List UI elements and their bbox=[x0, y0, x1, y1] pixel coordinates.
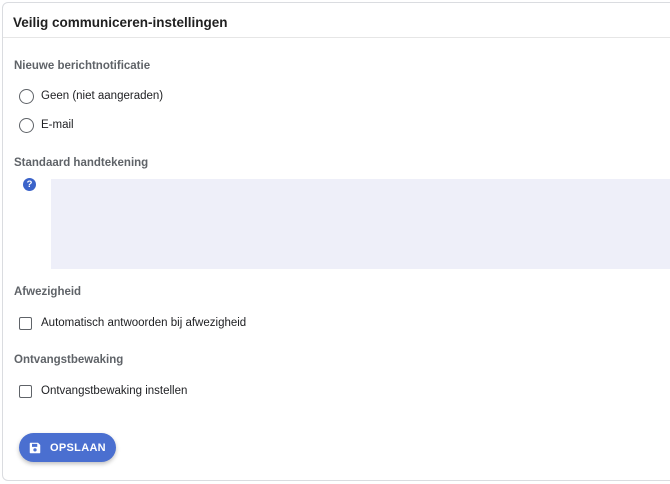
save-button[interactable]: OPSLAAN bbox=[19, 433, 116, 462]
card-title: Veilig communiceren-instellingen bbox=[13, 15, 228, 30]
save-icon bbox=[29, 442, 41, 453]
receipt-tracking-label: Ontvangstbewaking instellen bbox=[41, 385, 188, 397]
receipt-tracking-checkbox-row[interactable]: Ontvangstbewaking instellen bbox=[19, 382, 187, 400]
absence-section-label: Afwezigheid bbox=[14, 286, 82, 298]
radio-button[interactable] bbox=[19, 117, 34, 133]
settings-card: Veilig communiceren-instellingen Nieuwe … bbox=[2, 2, 670, 481]
signature-textarea[interactable] bbox=[51, 179, 670, 269]
question-circle-icon[interactable]: ? bbox=[23, 178, 36, 191]
receipt-section-label: Ontvangstbewaking bbox=[14, 354, 124, 366]
radio-option-none[interactable]: Geen (niet aangeraden) bbox=[19, 87, 163, 105]
save-button-label: OPSLAAN bbox=[50, 441, 106, 454]
signature-section-label: Standaard handtekening bbox=[14, 157, 149, 169]
radio-button[interactable] bbox=[19, 88, 34, 104]
radio-label-email: E-mail bbox=[41, 119, 74, 131]
radio-option-email[interactable]: E-mail bbox=[19, 116, 74, 134]
auto-reply-checkbox[interactable] bbox=[19, 316, 32, 330]
receipt-tracking-checkbox[interactable] bbox=[19, 384, 32, 398]
radio-label-none: Geen (niet aangeraden) bbox=[41, 90, 164, 102]
card-header: Veilig communiceren-instellingen bbox=[3, 3, 670, 38]
notification-section-label: Nieuwe berichtnotificatie bbox=[14, 60, 151, 72]
auto-reply-checkbox-row[interactable]: Automatisch antwoorden bij afwezigheid bbox=[19, 314, 246, 332]
auto-reply-label: Automatisch antwoorden bij afwezigheid bbox=[41, 317, 247, 329]
